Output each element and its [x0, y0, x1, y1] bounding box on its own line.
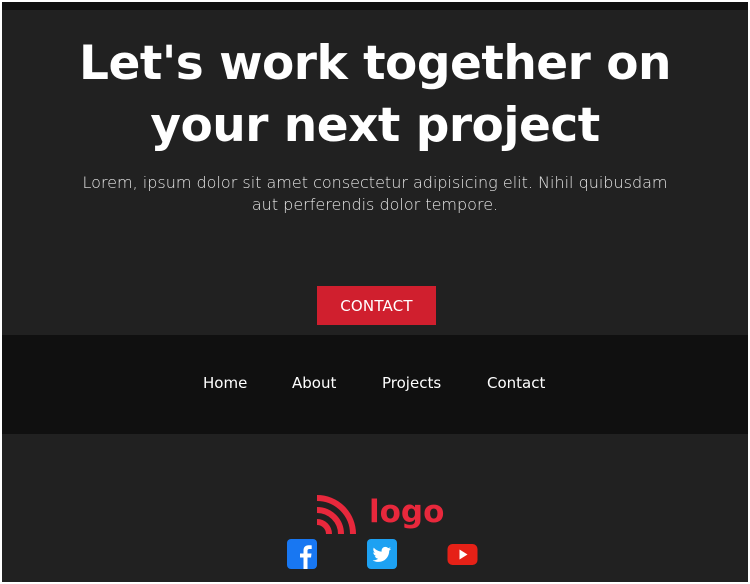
hero-title-line-2: your next project: [150, 98, 600, 153]
hero-title: Let's work together on your next project: [2, 33, 748, 157]
hero-section: Let's work together on your next project…: [2, 10, 748, 335]
signal-waves-icon: [316, 495, 356, 535]
logo-text: logo: [369, 494, 445, 530]
contact-button[interactable]: CONTACT: [317, 286, 436, 325]
top-bar: [2, 2, 748, 10]
logo[interactable]: logo: [314, 492, 454, 536]
hero-subtitle-line-1: Lorem, ipsum dolor sit amet consectetur …: [82, 173, 668, 192]
navigation-bar: Home About Projects Contact: [2, 335, 748, 434]
nav-link-projects[interactable]: Projects: [382, 374, 441, 392]
twitter-icon[interactable]: [367, 539, 397, 574]
nav-link-about[interactable]: About: [292, 374, 336, 392]
hero-subtitle-line-2: aut perferendis dolor tempore.: [251, 195, 499, 214]
youtube-icon[interactable]: [447, 539, 478, 574]
nav-link-home[interactable]: Home: [203, 374, 247, 392]
facebook-icon[interactable]: [287, 539, 317, 574]
hero-title-line-1: Let's work together on: [79, 36, 671, 91]
footer: logo: [2, 434, 748, 582]
hero-subtitle: Lorem, ipsum dolor sit amet consectetur …: [50, 172, 700, 216]
nav-link-contact[interactable]: Contact: [487, 374, 545, 392]
nav-list: Home About Projects Contact: [2, 335, 748, 434]
page: Let's work together on your next project…: [0, 0, 750, 584]
